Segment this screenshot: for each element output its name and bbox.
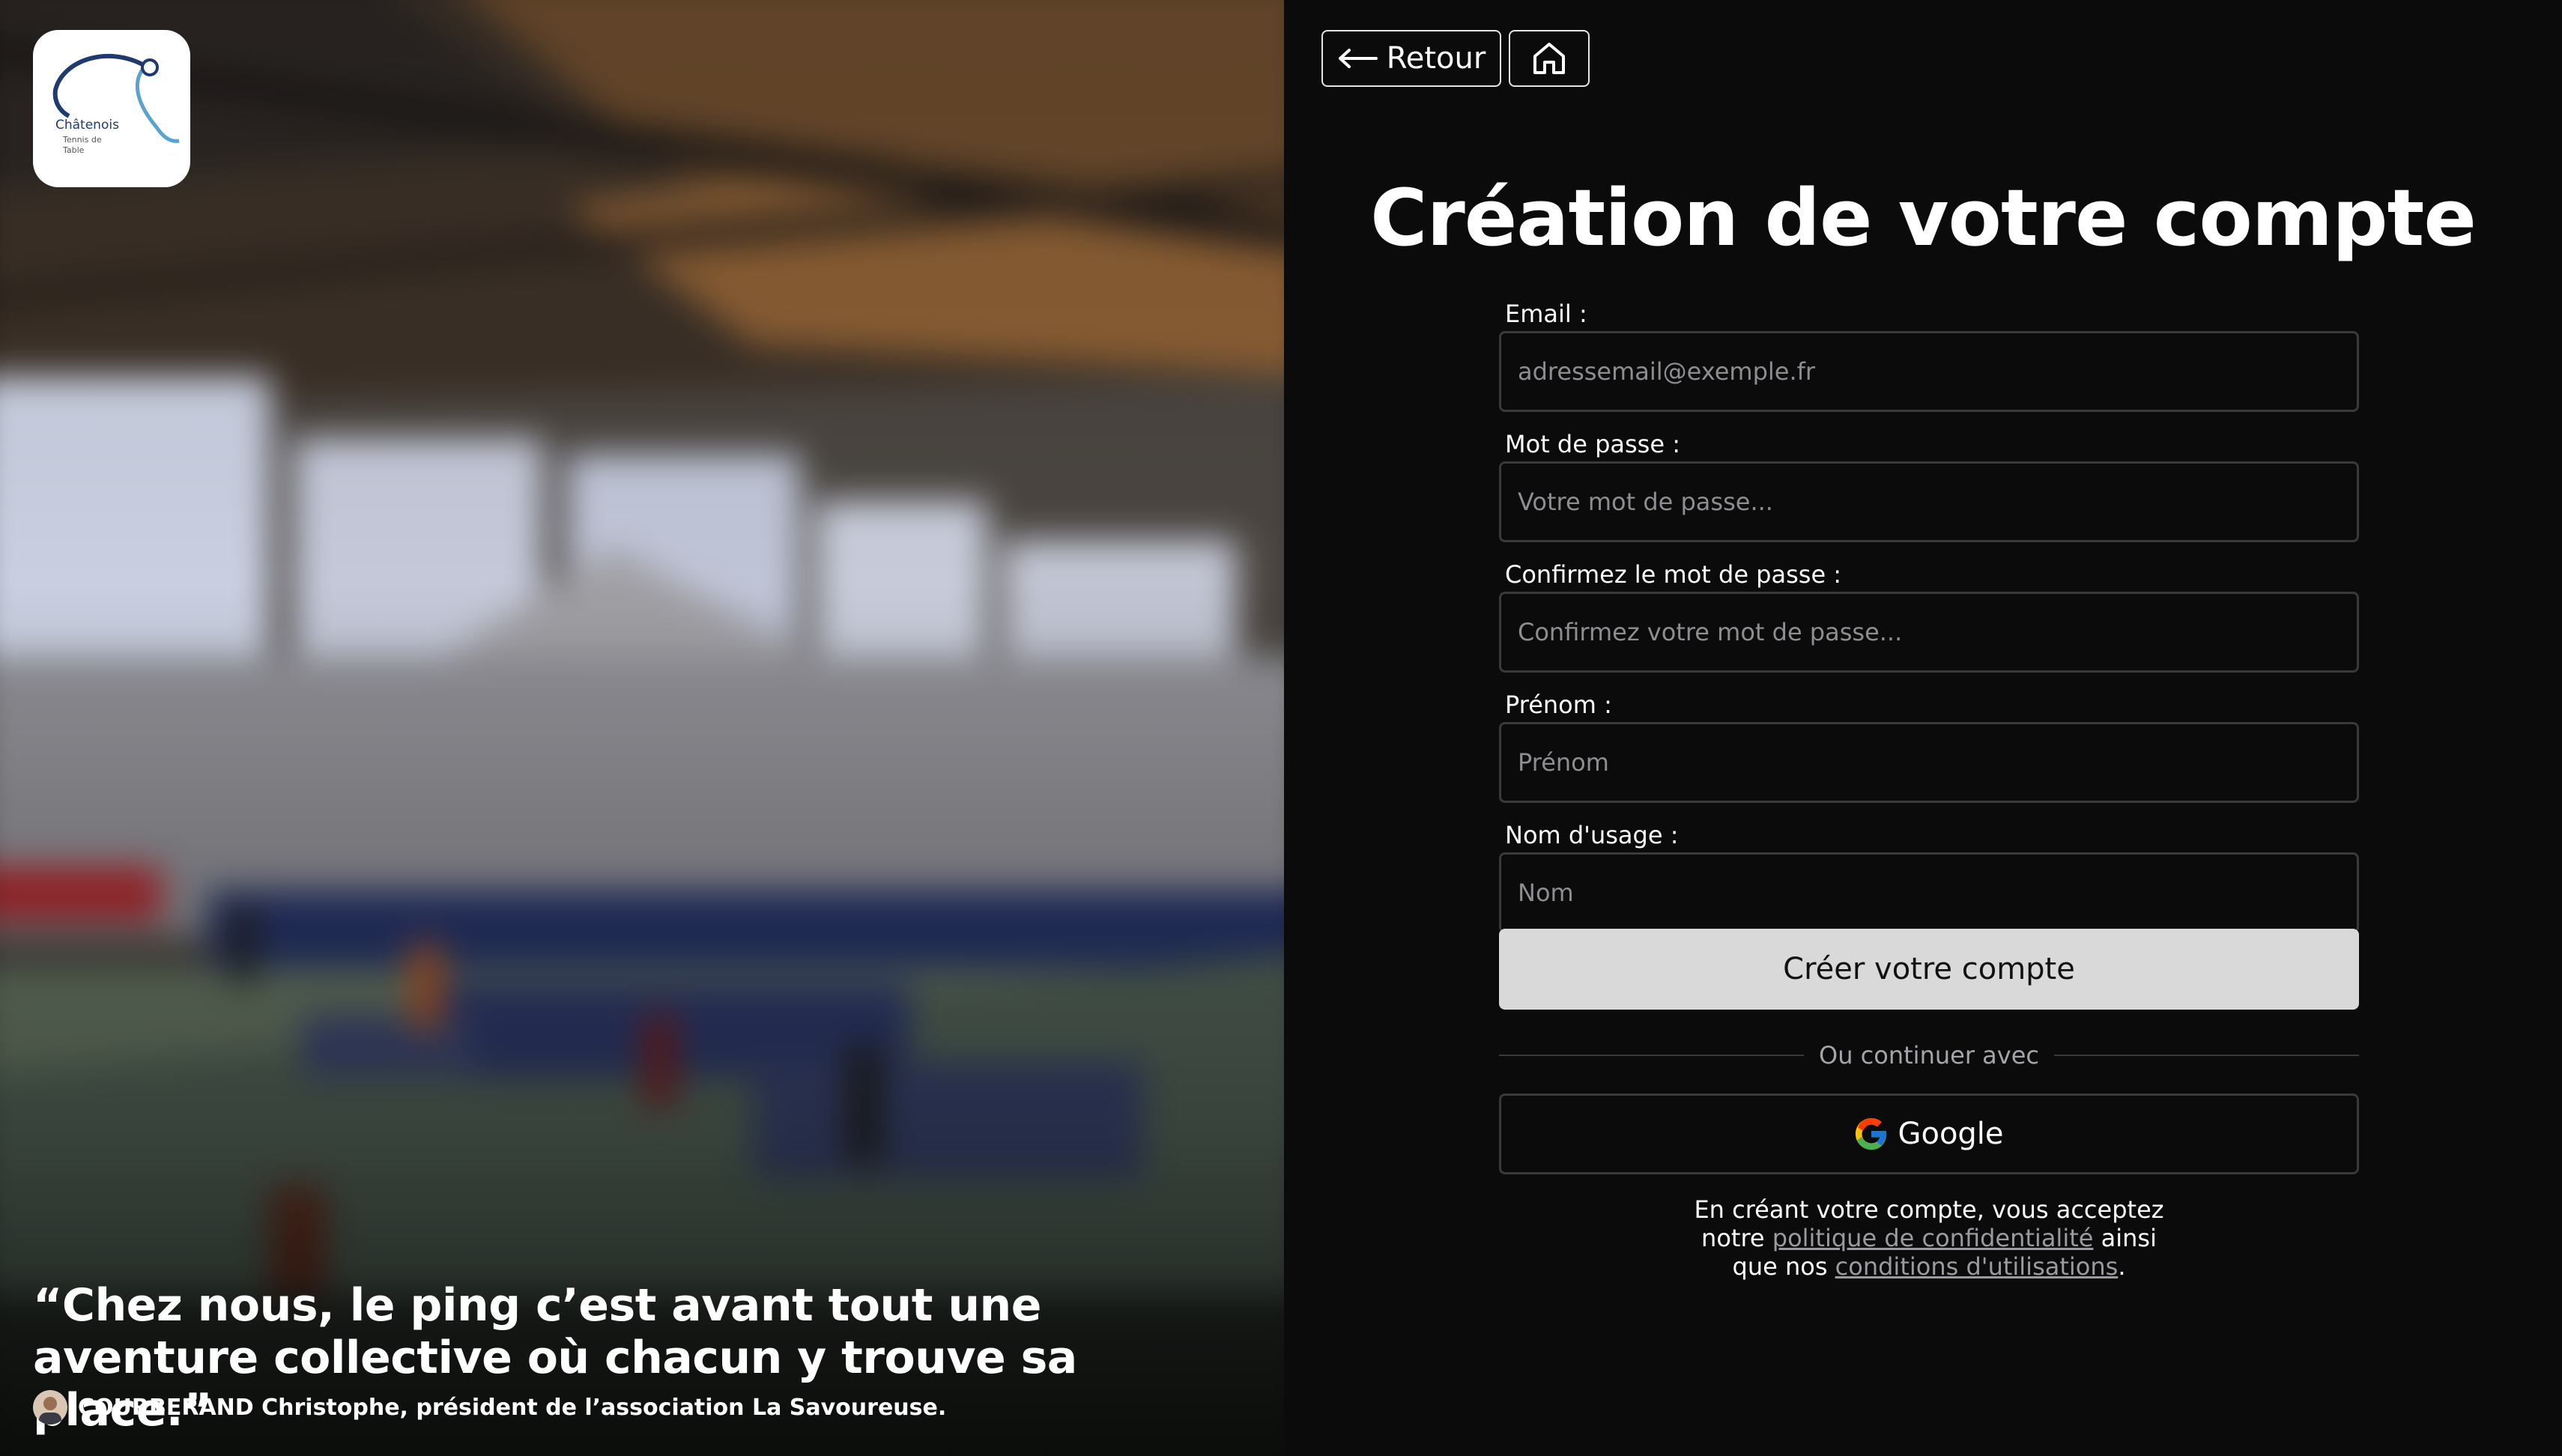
svg-text:Tennis de: Tennis de xyxy=(62,135,102,145)
signup-form: Email : Mot de passe : Confirmez le mot … xyxy=(1499,297,2359,948)
svg-text:Châtenois: Châtenois xyxy=(55,118,119,133)
lastname-input[interactable] xyxy=(1499,852,2359,933)
club-logo: Châtenois Tennis de Table xyxy=(33,30,190,187)
hero-panel: Châtenois Tennis de Table “Chez nous, le… xyxy=(0,0,1284,1456)
arrow-left-icon xyxy=(1338,49,1378,68)
email-label: Email : xyxy=(1505,300,1587,328)
firstname-label: Prénom : xyxy=(1505,691,1612,719)
lastname-label: Nom d'usage : xyxy=(1505,821,1679,849)
google-label: Google xyxy=(1898,1117,2004,1151)
confirm-password-input[interactable] xyxy=(1499,592,2359,673)
author-name: COURBERAND Christophe, président de l’as… xyxy=(78,1394,947,1421)
svg-text:Table: Table xyxy=(62,145,85,155)
back-button[interactable]: Retour xyxy=(1321,30,1501,87)
privacy-policy-link[interactable]: politique de confidentialité xyxy=(1772,1224,2094,1252)
google-icon xyxy=(1856,1117,1887,1150)
email-field-group: Email : xyxy=(1499,297,2359,412)
password-input[interactable] xyxy=(1499,461,2359,542)
terms-link[interactable]: conditions d'utilisations xyxy=(1835,1252,2119,1281)
signup-panel: Retour Création de votre compte Email : … xyxy=(1284,0,2562,1456)
firstname-field-group: Prénom : xyxy=(1499,688,2359,803)
create-account-button[interactable]: Créer votre compte xyxy=(1499,929,2359,1010)
lastname-field-group: Nom d'usage : xyxy=(1499,818,2359,933)
page-title: Création de votre compte xyxy=(1370,172,2477,264)
author-avatar xyxy=(33,1390,67,1425)
confirm-password-field-group: Confirmez le mot de passe : xyxy=(1499,557,2359,673)
email-input[interactable] xyxy=(1499,331,2359,412)
back-label: Retour xyxy=(1386,41,1486,76)
testimonial-author: COURBERAND Christophe, président de l’as… xyxy=(33,1390,946,1425)
google-signin-button[interactable]: Google xyxy=(1499,1093,2359,1174)
divider-text: Ou continuer avec xyxy=(1819,1041,2039,1070)
firstname-input[interactable] xyxy=(1499,722,2359,803)
divider: Ou continuer avec xyxy=(1499,1037,2359,1074)
home-icon xyxy=(1533,43,1565,74)
legal-notice: En créant votre compte, vous acceptez no… xyxy=(1694,1195,2164,1281)
confirm-password-label: Confirmez le mot de passe : xyxy=(1505,560,1842,589)
home-button[interactable] xyxy=(1509,30,1590,87)
password-label: Mot de passe : xyxy=(1505,430,1680,458)
password-field-group: Mot de passe : xyxy=(1499,427,2359,542)
